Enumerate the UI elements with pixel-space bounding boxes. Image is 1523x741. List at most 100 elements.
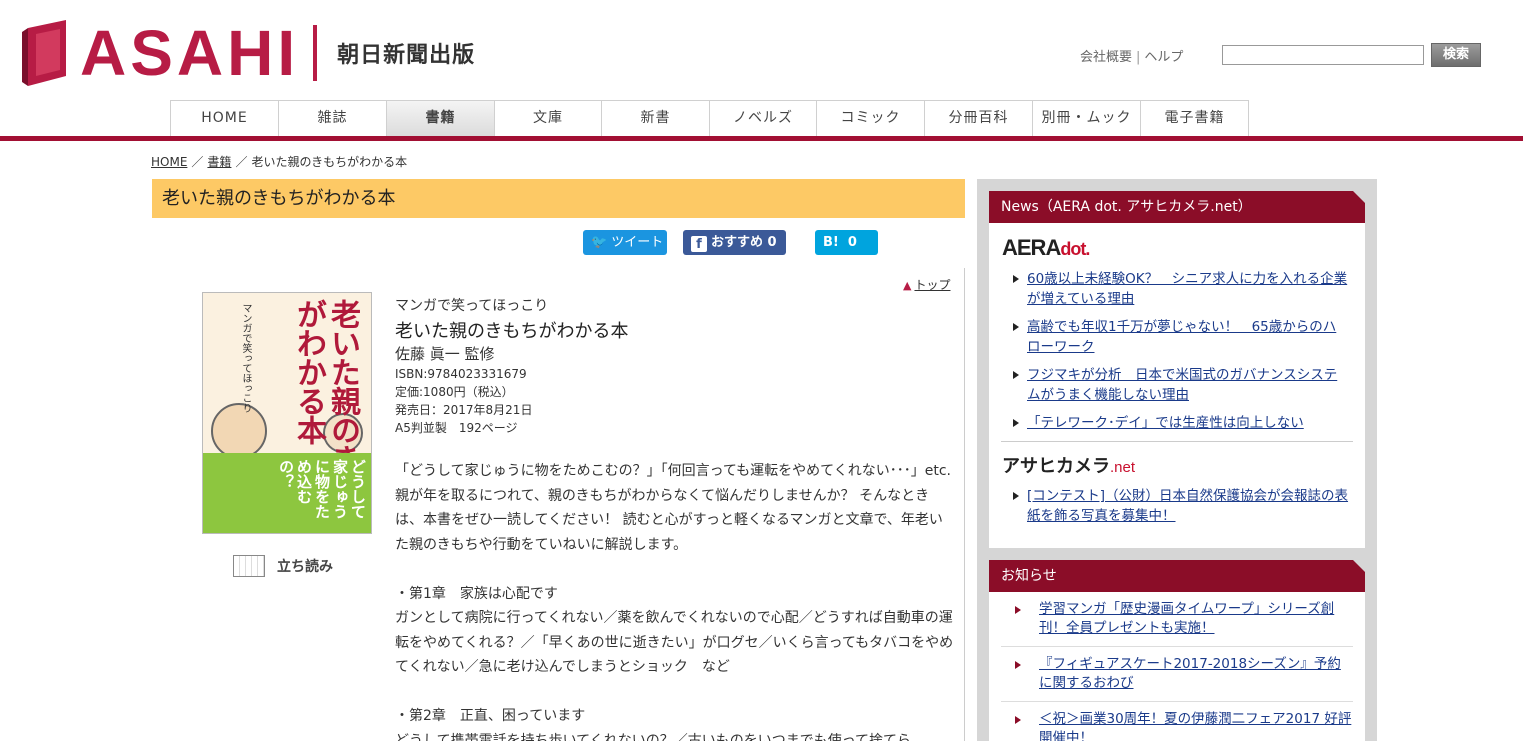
arrow-right-icon [1015, 606, 1021, 614]
logo-text: ASAHI [80, 17, 300, 89]
arrow-right-icon [1013, 419, 1019, 427]
nav-bunko[interactable]: 文庫 [495, 101, 602, 136]
book-info: マンガで笑ってほっこり 老いた親のきもちがわかる本 佐藤 眞一 監修 ISBN:… [395, 295, 955, 437]
aera-dot-logo[interactable]: AERAdot. [1002, 235, 1365, 261]
asahi-camera-logo[interactable]: アサヒカメラ.net [1002, 452, 1365, 478]
arrow-right-icon [1015, 716, 1021, 724]
book-logo-icon [22, 20, 66, 86]
hatena-icon: B! [823, 235, 839, 250]
book-series: マンガで笑ってほっこり [395, 298, 549, 314]
aera-news-list: 60歳以上未経験OK？ シニア求人に力を入れる企業が増えている理由 高齢でも年収… [1013, 269, 1349, 433]
fb-count: 0 [767, 235, 777, 250]
aera-logo-text: AERA [1002, 235, 1061, 260]
site-logo[interactable]: ASAHI 朝日新聞出版 [22, 20, 475, 86]
book-format: A5判並製 192ページ [395, 421, 518, 435]
book-author: 佐藤 眞一 監修 [395, 345, 495, 363]
nav-ebooks[interactable]: 電子書籍 [1141, 101, 1248, 136]
breadcrumb-home[interactable]: HOME [151, 155, 187, 169]
description-paragraph: 「どうして家じゅうに物をためこむの？」「何回言っても運転をやめてくれない･･･」… [395, 463, 952, 553]
notice-item[interactable]: 学習マンガ「歴史漫画タイムワープ」シリーズ創刊！全員プレゼントも実施！ [1001, 592, 1353, 647]
news-panel-title-text: News（AERA dot. アサヒカメラ.net） [1001, 199, 1252, 215]
camera-news-list: [コンテスト]（公財）日本自然保護協会が会報誌の表紙を飾る写真を募集中！ [1013, 486, 1349, 526]
notice-panel: お知らせ 学習マンガ「歴史漫画タイムワープ」シリーズ創刊！全員プレゼントも実施！… [989, 560, 1365, 741]
hb-count: 0 [847, 235, 857, 250]
news-item-link: フジマキが分析 日本で米国式のガバナンスシステムがうまく機能しない理由 [1027, 367, 1338, 403]
news-item-link: 高齢でも年収1千万が夢じゃない！ 65歳からのハローワーク [1027, 319, 1337, 355]
nav-underline [0, 136, 1523, 141]
nav-shinsho[interactable]: 新書 [602, 101, 710, 136]
nav-home[interactable]: HOME [171, 101, 279, 136]
camera-logo-text: アサヒカメラ [1002, 456, 1110, 476]
news-item-link: 60歳以上未経験OK？ シニア求人に力を入れる企業が増えている理由 [1027, 271, 1348, 307]
news-panel-title: News（AERA dot. アサヒカメラ.net） [989, 191, 1365, 223]
hatena-bookmark-button[interactable]: B! 0 [815, 230, 878, 255]
preview-button[interactable]: 立ち読み [233, 555, 333, 577]
utility-separator: | [1136, 50, 1141, 65]
news-item[interactable]: 60歳以上未経験OK？ シニア求人に力を入れる企業が増えている理由 [1013, 269, 1349, 309]
notice-item[interactable]: ＜祝＞画業30周年！夏の伊藤潤二フェア2017 好評開催中！ [1001, 702, 1353, 741]
news-item[interactable]: フジマキが分析 日本で米国式のガバナンスシステムがうまく機能しない理由 [1013, 365, 1349, 405]
aera-logo-suffix: dot. [1060, 239, 1090, 259]
notice-item-link: 学習マンガ「歴史漫画タイムワープ」シリーズ創刊！全員プレゼントも実施！ [1039, 601, 1335, 636]
company-link[interactable]: 会社概要 [1080, 50, 1132, 65]
arrow-right-icon [1013, 323, 1019, 331]
cover-series: マンガで笑ってほっこり [240, 303, 251, 413]
arrow-right-icon [1013, 371, 1019, 379]
camera-logo-suffix: .net [1110, 459, 1136, 476]
breadcrumb-separator: ／ [191, 155, 204, 169]
utility-links: 会社概要 | ヘルプ [1080, 46, 1183, 65]
breadcrumb: HOME ／書籍／老いた親のきもちがわかる本 [151, 153, 407, 170]
up-triangle-icon: ▲ [903, 279, 912, 292]
panel-divider [1001, 441, 1353, 442]
notice-panel-title: お知らせ [989, 560, 1365, 592]
news-item-link: [コンテスト]（公財）日本自然保護協会が会報誌の表紙を飾る写真を募集中！ [1027, 488, 1349, 524]
book-title: 老いた親のきもちがわかる本 [395, 321, 629, 342]
nav-mook[interactable]: 別冊・ムック [1033, 101, 1141, 136]
notice-panel-title-text: お知らせ [1001, 568, 1057, 584]
description-chapter: ・第2章 正直、困っています どうして携帯電話を持ち歩いてくれないの？／古いもの… [395, 708, 912, 741]
fb-label: おすすめ [711, 235, 764, 250]
arrow-right-icon [1013, 492, 1019, 500]
preview-label: 立ち読み [277, 559, 333, 575]
news-item[interactable]: 高齢でも年収1千万が夢じゃない！ 65歳からのハローワーク [1013, 317, 1349, 357]
facebook-icon: f [691, 236, 707, 252]
logo-subtitle: 朝日新聞出版 [337, 43, 476, 68]
news-item[interactable]: 「テレワーク･デイ」では生産性は向上しない [1013, 413, 1349, 433]
nav-comic[interactable]: コミック [817, 101, 925, 136]
tweet-button[interactable]: 🐦 ツイート [583, 230, 667, 255]
search-button[interactable]: 検索 [1431, 43, 1481, 67]
top-link-label: トップ [914, 278, 951, 292]
book-description: 「どうして家じゅうに物をためこむの？」「何回言っても運転をやめてくれない･･･」… [395, 459, 955, 741]
news-panel: News（AERA dot. アサヒカメラ.net） AERAdot. 60歳以… [989, 191, 1365, 548]
help-link[interactable]: ヘルプ [1144, 50, 1183, 65]
book-price: 定価:1080円（税込） [395, 385, 514, 399]
back-to-top-link[interactable]: ▲ トップ [903, 276, 950, 293]
nav-magazine[interactable]: 雑誌 [279, 101, 387, 136]
nav-partwork[interactable]: 分冊百科 [925, 101, 1033, 136]
breadcrumb-books[interactable]: 書籍 [207, 155, 231, 169]
open-book-icon [233, 555, 265, 577]
notice-item[interactable]: 『フィギュアスケート2017-2018シーズン』予約に関するおわび [1001, 647, 1353, 702]
logo-divider [313, 25, 318, 81]
nav-novels[interactable]: ノベルズ [710, 101, 817, 136]
sidebar: News（AERA dot. アサヒカメラ.net） AERAdot. 60歳以… [977, 179, 1377, 741]
breadcrumb-separator: ／ [235, 155, 248, 169]
facebook-recommend-button[interactable]: f おすすめ 0 [683, 230, 786, 255]
book-release-date: 発売日：2017年8月21日 [395, 403, 533, 417]
panel-corner [1353, 191, 1365, 203]
page-title: 老いた親のきもちがわかる本 [152, 179, 965, 218]
book-cover[interactable]: マンガで笑ってほっこり 老いた親のきもちがわかる本 どうして家じゅうに物をため込… [202, 292, 372, 534]
notice-item-link: 『フィギュアスケート2017-2018シーズン』予約に関するおわび [1039, 656, 1341, 691]
tweet-label: ツイート [611, 235, 664, 250]
search-input[interactable] [1222, 45, 1424, 65]
main-nav: HOME 雑誌 書籍 文庫 新書 ノベルズ コミック 分冊百科 別冊・ムック 電… [170, 100, 1249, 136]
description-chapter: ・第1章 家族は心配です ガンとして病院に行ってくれない／薬を飲んでくれないので… [395, 585, 954, 676]
cover-band-text: どうして家じゅうに物をため込むの？ [277, 459, 367, 519]
notice-item-link: ＜祝＞画業30周年！夏の伊藤潤二フェア2017 好評開催中！ [1039, 711, 1352, 741]
nav-books[interactable]: 書籍 [387, 101, 495, 136]
panel-corner [1353, 560, 1365, 572]
arrow-right-icon [1015, 661, 1021, 669]
news-item[interactable]: [コンテスト]（公財）日本自然保護協会が会報誌の表紙を飾る写真を募集中！ [1013, 486, 1349, 526]
content-divider [964, 268, 965, 741]
arrow-right-icon [1013, 275, 1019, 283]
